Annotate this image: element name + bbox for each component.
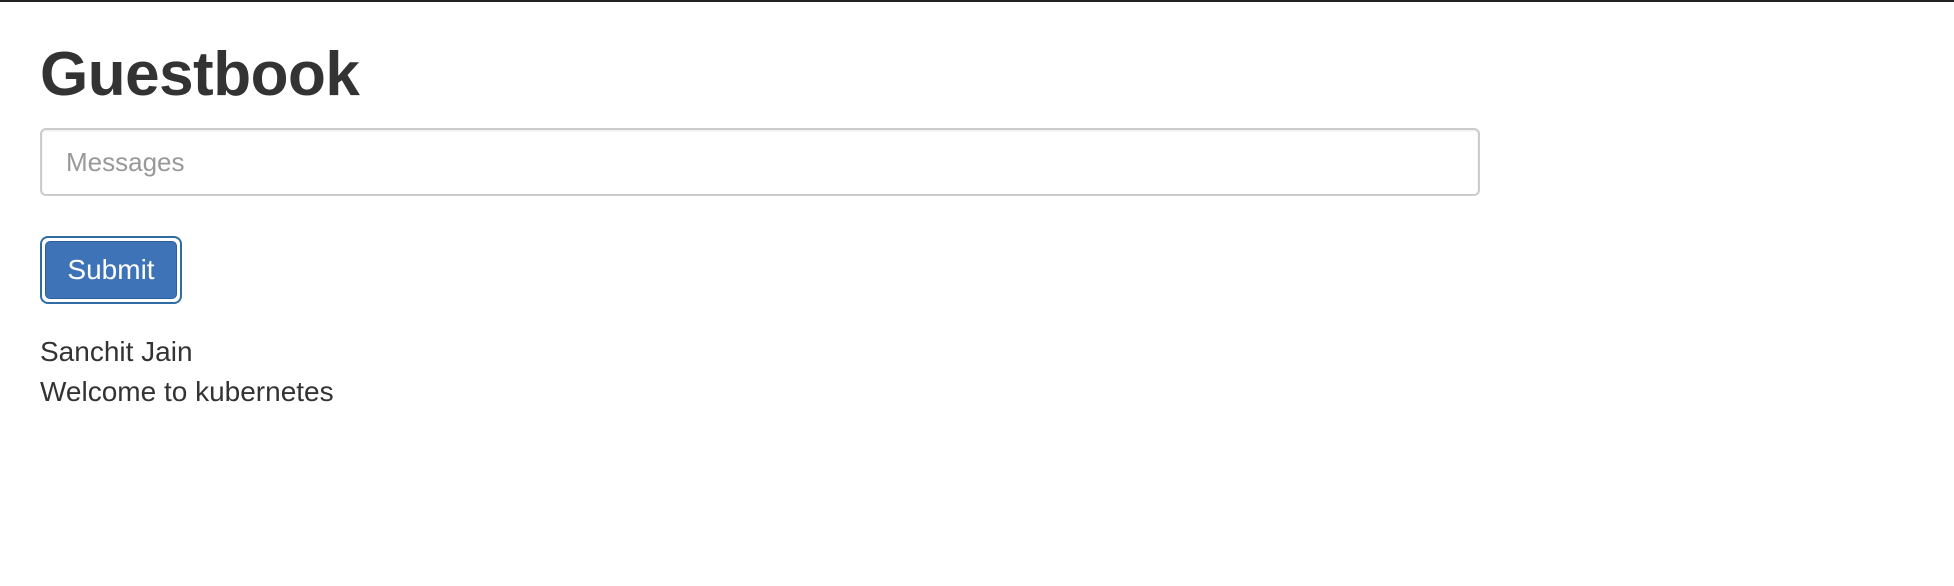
guestbook-entry: Sanchit Jain [40, 336, 193, 367]
submit-button-label[interactable]: Submit [45, 241, 177, 299]
page-title: Guestbook [40, 40, 360, 109]
guestbook-entries: Sanchit Jain Welcome to kubernetes [40, 332, 1480, 412]
message-input[interactable] [40, 128, 1480, 196]
submit-button[interactable]: Submit [40, 236, 182, 304]
guestbook-entry: Welcome to kubernetes [40, 376, 334, 407]
top-border [0, 0, 1954, 2]
